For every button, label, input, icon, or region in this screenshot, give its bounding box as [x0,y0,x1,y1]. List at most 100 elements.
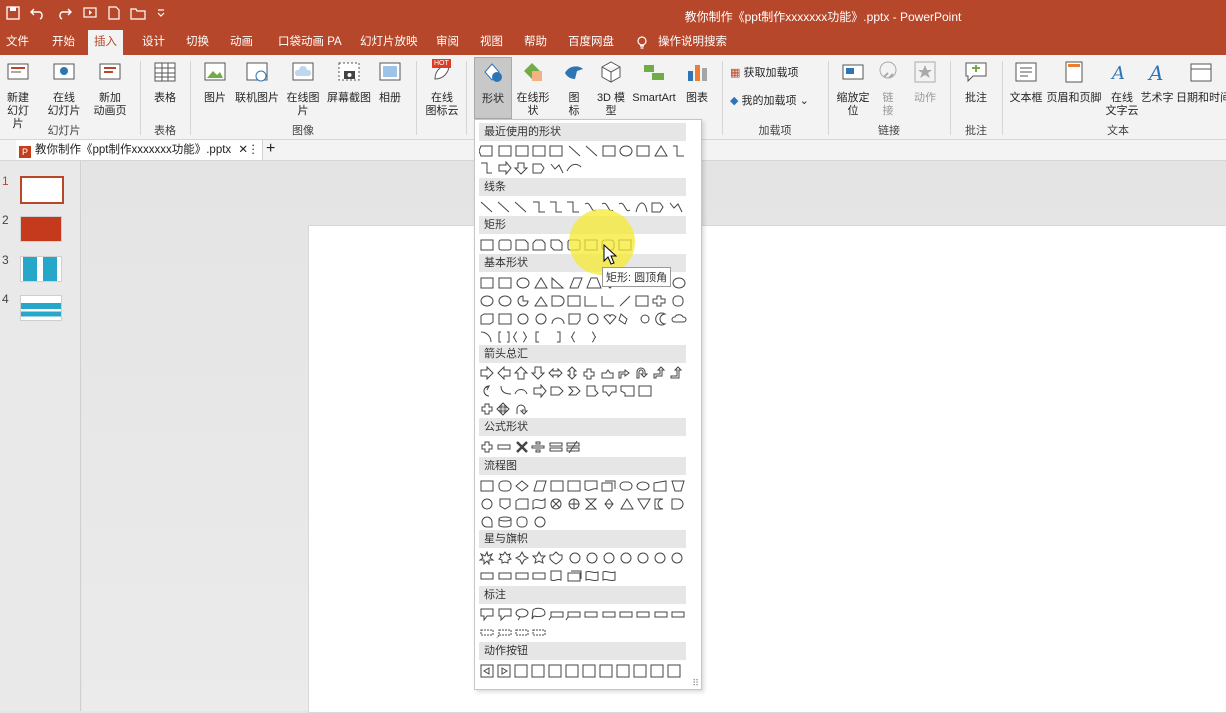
shape-row-arrows-3[interactable] [479,402,693,416]
shape-row-arrows-2[interactable] [479,384,693,398]
online-slide-button[interactable]: 在线 幻灯片 [44,59,84,118]
shape-row-flowchart-1[interactable] [479,479,693,493]
more-options-icon[interactable]: ⋮ [248,140,260,160]
tab-insert[interactable]: 插入 [88,30,123,55]
arrow-shapes-icon [481,402,529,416]
store-icon: ▦ [730,67,741,79]
wordart-icon: A [1147,61,1163,85]
shape-row-callouts-2[interactable] [479,625,693,639]
star-shapes-icon [479,551,683,565]
document-tab[interactable]: P 教你制作《ppt制作xxxxxxx功能》.pptx ✕ ⋮ [16,140,263,160]
tab-pocket-animation[interactable]: 口袋动画 PA [272,30,348,55]
photo-album-button[interactable]: 相册 [374,59,406,105]
shapes-button[interactable]: 形状 [474,57,512,119]
picture-label: 图片 [204,92,226,104]
tab-baidu-netdisk[interactable]: 百度网盘 [562,30,620,55]
screenshot-button[interactable]: 屏幕截图 [326,59,372,105]
lightbulb-icon [637,36,647,49]
zoom-button[interactable]: 缩放定 位 [834,59,872,118]
shape-row-flowchart-2[interactable] [479,497,693,511]
tab-animations[interactable]: 动画 [224,30,259,55]
shape-row-stars-1[interactable] [479,551,693,565]
slide-thumbnail[interactable] [20,176,64,204]
shape-row-action-buttons[interactable] [479,664,693,678]
new-animation-page-button[interactable]: 新加 动画页 [88,59,132,118]
tab-home[interactable]: 开始 [46,30,81,55]
date-time-button[interactable]: 日期和时间 [1176,59,1226,105]
new-slide-button[interactable]: 新建 幻灯片 [2,59,34,131]
chart-button[interactable]: 图表 [682,59,712,105]
textbox-button[interactable]: 文本框 [1008,59,1044,105]
cursor-highlight [569,209,635,275]
word-cloud-button[interactable]: A 在线 文字云 [1104,59,1140,118]
group-comments: 批注 [965,125,987,137]
section-stars-banners: 星与旗帜 [479,530,686,548]
icon-cloud-button[interactable]: HOT 在线 图标云 [424,59,460,118]
shape-row-arrows-1[interactable] [479,366,693,380]
online-picture-label: 联机图片 [235,92,279,104]
section-lines: 线条 [479,178,686,196]
picture-button[interactable]: 图片 [200,59,230,105]
album-icon [379,62,401,81]
shape-row-flowchart-3[interactable] [479,515,693,529]
recent-shapes-icon [481,161,582,175]
action-button[interactable]: 动作 [908,59,942,105]
shape-row-callouts-1[interactable] [479,607,693,621]
my-addins-button[interactable]: ◆ 我的加载项 ⌄ [730,95,820,108]
smartart-button[interactable]: SmartArt [630,59,678,105]
new-tab-icon[interactable]: + [266,140,275,158]
table-button[interactable]: 表格 [150,59,180,105]
shape-row-recent-1[interactable] [479,144,693,158]
header-footer-button[interactable]: 页眉和页脚 [1046,59,1102,105]
smartart-label: SmartArt [632,92,676,104]
tab-review[interactable]: 审阅 [430,30,465,55]
arrow-shapes-icon [483,384,652,398]
shape-row-recent-2[interactable] [479,161,693,175]
camera-icon [338,62,360,81]
ribbon-divider [466,61,467,135]
basic-shapes-icon [480,312,687,326]
slide-thumbnail[interactable] [20,295,62,321]
arrow-shapes-icon [480,366,683,380]
online-shapes-button[interactable]: 在线形状 [512,59,554,118]
link-button[interactable]: 链 接 [874,59,902,118]
link-icon [879,61,897,79]
icons-button[interactable]: 图 标 [560,59,588,118]
online-shapes-icon [524,63,542,81]
tab-transitions[interactable]: 切换 [180,30,215,55]
tab-slideshow[interactable]: 幻灯片放映 [354,30,424,55]
shape-row-basic-3[interactable] [479,312,693,326]
current-slide[interactable] [308,225,1226,713]
recent-shapes-icon [479,145,684,157]
tab-file[interactable]: 文件 [0,30,35,55]
slide-number: 3 [2,253,9,267]
section-equation-shapes: 公式形状 [479,418,686,436]
web-picture-button[interactable]: 在线图片 [282,59,324,118]
ribbon-divider [416,61,417,135]
ribbon-divider [1002,61,1003,135]
tab-view[interactable]: 视图 [474,30,509,55]
table-label: 表格 [154,92,176,104]
shape-row-banners[interactable] [479,569,693,583]
tab-help[interactable]: 帮助 [518,30,553,55]
3d-models-button[interactable]: 3D 模 型 [594,59,628,118]
shape-row-basic-2[interactable] [479,294,693,308]
tell-me-search[interactable]: 操作说明搜索 [652,30,733,55]
get-addins-button[interactable]: ▦ 获取加载项 [730,67,820,80]
basic-shapes-icon [480,331,597,343]
screenshot-label: 屏幕截图 [327,92,371,104]
section-callouts: 标注 [479,586,686,604]
my-addins-label: 我的加载项 [741,95,797,107]
online-picture-button[interactable]: 联机图片 [234,59,280,105]
wordart-button[interactable]: A 艺术字 [1140,59,1174,105]
tab-design[interactable]: 设计 [136,30,171,55]
comment-button[interactable]: 批注 [958,59,994,105]
shape-row-equation[interactable] [479,440,693,454]
slide-thumbnail[interactable] [20,216,62,242]
shapes-label: 形状 [482,93,504,105]
resize-grip-icon[interactable]: ⠿ [692,678,699,689]
web-picture-label: 在线图片 [286,92,320,117]
shape-row-basic-4[interactable] [479,330,693,344]
slide-thumbnail[interactable] [20,256,62,282]
date-time-label: 日期和时间 [1176,92,1226,104]
